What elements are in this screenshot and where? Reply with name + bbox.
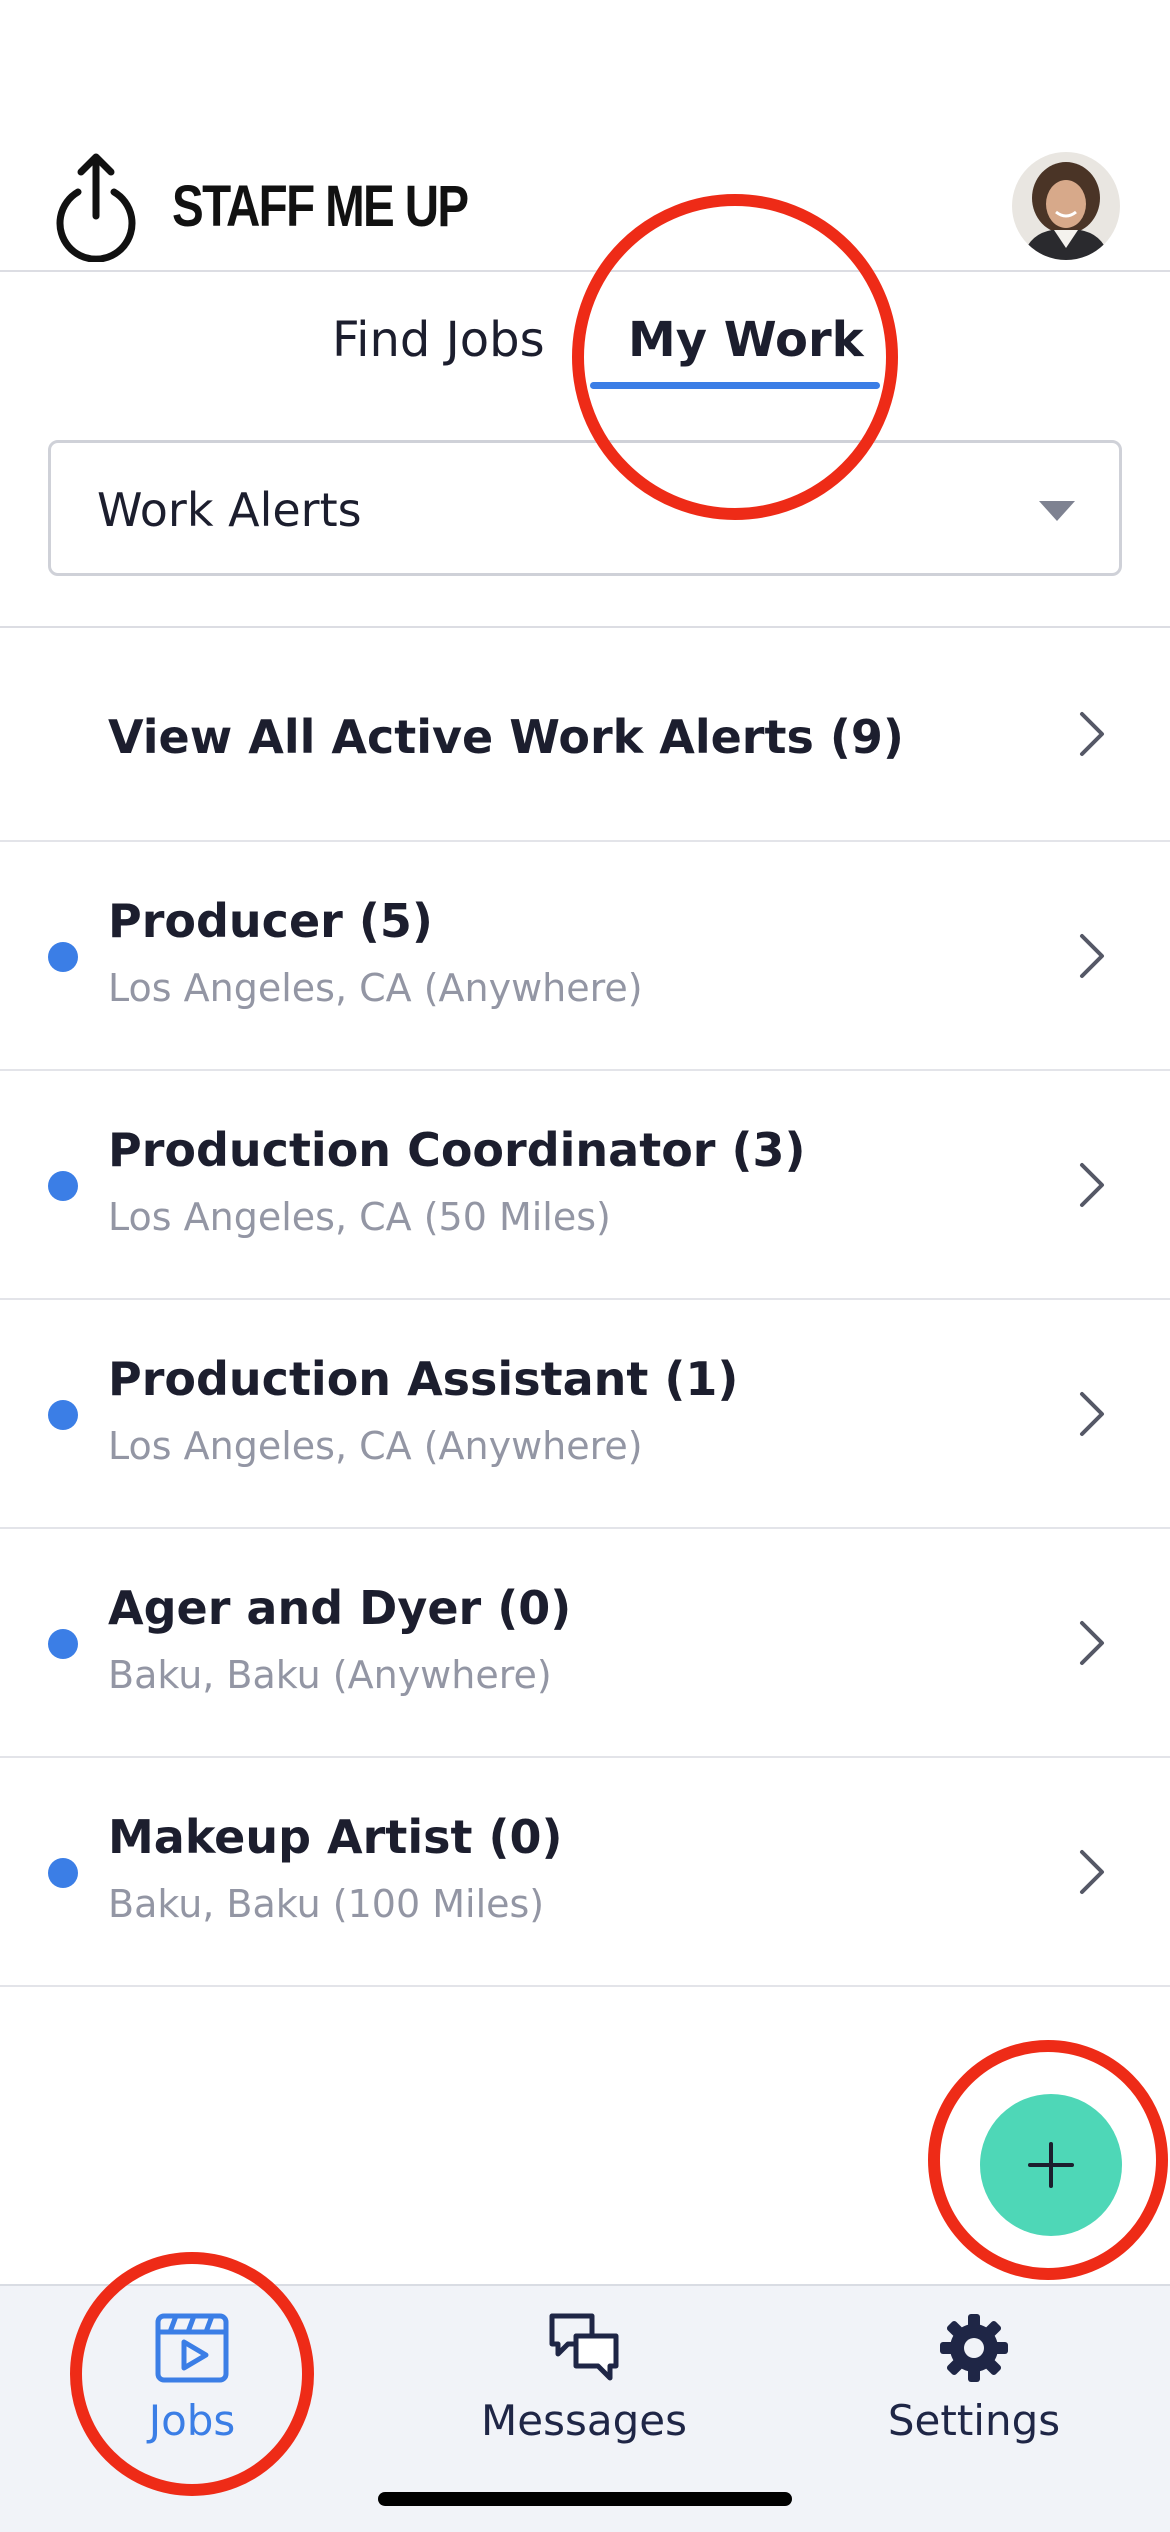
work-alerts-list: View All Active Work Alerts (9) Producer… xyxy=(0,628,1170,1987)
alert-location: Baku, Baku (100 Miles) xyxy=(108,1882,545,1926)
brand-logo[interactable]: STAFF ME UP xyxy=(48,150,532,262)
unread-dot xyxy=(48,1858,78,1888)
power-upload-icon xyxy=(56,153,136,262)
list-item[interactable]: Makeup Artist (0) Baku, Baku (100 Miles) xyxy=(0,1758,1170,1987)
nav-settings[interactable]: Settings xyxy=(824,2310,1124,2445)
alert-location: Los Angeles, CA (Anywhere) xyxy=(108,1424,643,1468)
unread-dot xyxy=(48,1629,78,1659)
alert-location: Los Angeles, CA (50 Miles) xyxy=(108,1195,611,1239)
unread-dot xyxy=(48,942,78,972)
nav-messages-label: Messages xyxy=(481,2396,687,2445)
nav-messages[interactable]: Messages xyxy=(434,2310,734,2445)
gear-icon xyxy=(940,2314,1008,2382)
unread-dot xyxy=(48,1171,78,1201)
alert-title: Ager and Dyer (0) xyxy=(108,1581,572,1635)
view-all-alerts-label: View All Active Work Alerts (9) xyxy=(108,710,904,764)
app-header: STAFF ME UP xyxy=(0,0,1170,272)
chevron-right-icon xyxy=(1080,1163,1104,1207)
work-filter-select[interactable]: Work Alerts xyxy=(48,440,1122,576)
list-item[interactable]: Ager and Dyer (0) Baku, Baku (Anywhere) xyxy=(0,1529,1170,1758)
highlight-circle-jobs xyxy=(70,2252,314,2496)
highlight-circle-my-work xyxy=(572,194,898,520)
work-filter-value: Work Alerts xyxy=(97,483,362,537)
chevron-right-icon xyxy=(1080,1621,1104,1665)
caret-down-icon xyxy=(1039,501,1075,521)
home-indicator xyxy=(378,2492,792,2506)
alert-title: Producer (5) xyxy=(108,894,433,948)
chevron-right-icon xyxy=(1080,1850,1104,1894)
avatar[interactable] xyxy=(1012,152,1120,260)
tab-find-jobs[interactable]: Find Jobs xyxy=(332,312,545,368)
chevron-right-icon xyxy=(1080,1392,1104,1436)
chevron-right-icon xyxy=(1080,934,1104,978)
nav-settings-label: Settings xyxy=(887,2396,1061,2445)
brand-name: STAFF ME UP xyxy=(172,173,469,239)
view-all-alerts-row[interactable]: View All Active Work Alerts (9) xyxy=(0,628,1170,842)
chat-bubbles-icon xyxy=(549,2313,619,2381)
list-item[interactable]: Producer (5) Los Angeles, CA (Anywhere) xyxy=(0,842,1170,1071)
list-item[interactable]: Production Assistant (1) Los Angeles, CA… xyxy=(0,1300,1170,1529)
highlight-circle-add-button xyxy=(928,2040,1168,2280)
alert-title: Production Coordinator (3) xyxy=(108,1123,806,1177)
chevron-right-icon xyxy=(1080,712,1104,756)
alert-title: Production Assistant (1) xyxy=(108,1352,739,1406)
alert-location: Baku, Baku (Anywhere) xyxy=(108,1653,552,1697)
list-item[interactable]: Production Coordinator (3) Los Angeles, … xyxy=(0,1071,1170,1300)
unread-dot xyxy=(48,1400,78,1430)
alert-title: Makeup Artist (0) xyxy=(108,1810,563,1864)
alert-location: Los Angeles, CA (Anywhere) xyxy=(108,966,643,1010)
